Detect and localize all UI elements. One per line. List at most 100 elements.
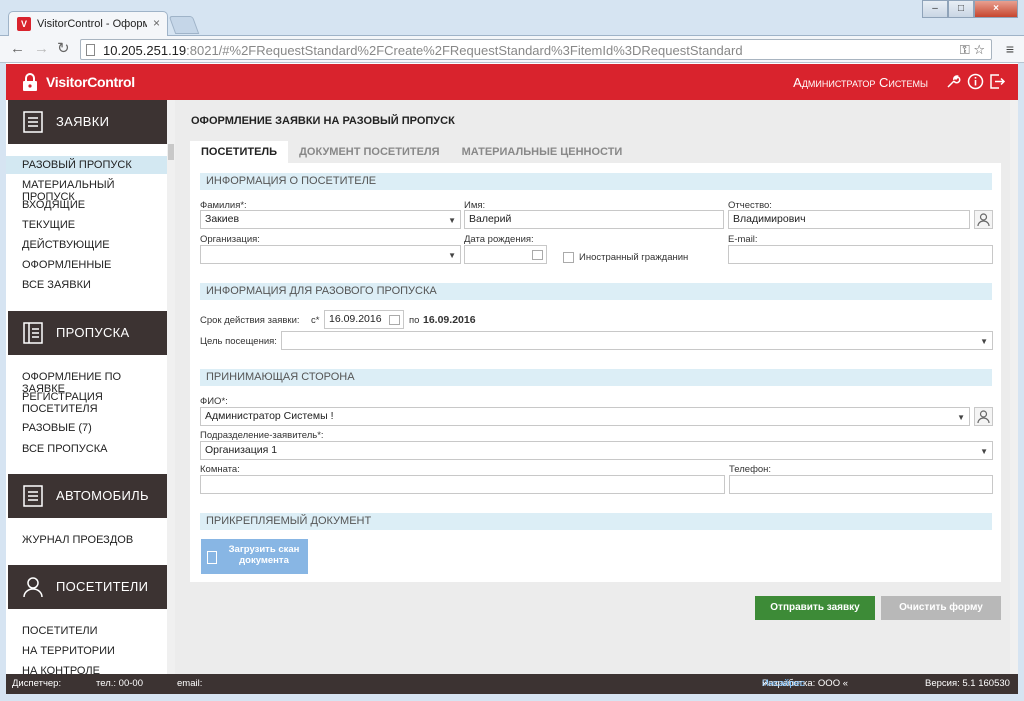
person-icon <box>23 577 43 598</box>
status-footer: Диспетчер: тел.: 00-00 email: Разработка… <box>6 674 1018 694</box>
organization-select[interactable]: ▼ <box>200 245 461 264</box>
footer-email: email: <box>177 678 203 689</box>
person-icon <box>977 410 990 424</box>
footer-phone: тел.: 00-00 <box>96 678 143 689</box>
browser-tab[interactable]: V VisitorControl - Оформле × <box>8 11 168 37</box>
window-close-icon[interactable]: × <box>974 0 1018 18</box>
sidebar-scrollbar-thumb[interactable] <box>168 144 174 160</box>
reload-icon[interactable]: ↻ <box>57 41 70 57</box>
period-from-value: 16.09.2016 <box>329 313 382 325</box>
room-label: Комната: <box>200 464 240 475</box>
foreign-citizen-checkbox[interactable] <box>563 252 574 263</box>
period-to-value: 16.09.2016 <box>423 314 476 326</box>
period-to-label: по <box>409 315 420 326</box>
sidebar-item-current[interactable]: ТЕКУЩИЕ <box>6 219 167 231</box>
back-icon[interactable]: ← <box>10 41 25 57</box>
sidebar: ЗАЯВКИ РАЗОВЫЙ ПРОПУСК МАТЕРИАЛЬНЫЙ ПРОП… <box>6 100 175 674</box>
section-pass-info: ИНФОРМАЦИЯ ДЛЯ РАЗОВОГО ПРОПУСКА <box>200 283 992 300</box>
chevron-down-icon: ▼ <box>980 447 988 456</box>
tab-close-icon[interactable]: × <box>153 16 160 30</box>
birthdate-label: Дата рождения: <box>464 234 534 245</box>
sidebar-item-on-territory[interactable]: НА ТЕРРИТОРИИ <box>6 645 167 657</box>
section-host: ПРИНИМАЮЩАЯ СТОРОНА <box>200 369 992 386</box>
sidebar-item-single-passes[interactable]: РАЗОВЫЕ (7) <box>6 422 167 434</box>
pick-visitor-button[interactable] <box>974 210 993 229</box>
tab-visitor[interactable]: ПОСЕТИТЕЛЬ <box>190 141 289 163</box>
logout-icon[interactable] <box>989 73 1006 90</box>
department-value: Организация 1 <box>205 444 278 456</box>
chevron-down-icon: ▼ <box>448 216 456 225</box>
phone-field[interactable] <box>729 475 993 494</box>
sidebar-section-passes[interactable]: ПРОПУСКА <box>8 311 175 355</box>
clear-form-button[interactable]: Очистить форму <box>881 596 1001 620</box>
phone-label: Телефон: <box>729 464 772 475</box>
settings-wrench-icon[interactable] <box>945 73 962 90</box>
section-attachment: ПРИКРЕПЛЯЕМЫЙ ДОКУМЕНТ <box>200 513 992 530</box>
patronymic-field[interactable]: Владимирович <box>728 210 970 229</box>
upload-scan-button[interactable]: Загрузить скан документа <box>201 539 308 574</box>
bookmark-star-icon[interactable]: ⚿ ☆ <box>960 42 985 58</box>
main-content: ОФОРМЛЕНИЕ ЗАЯВКИ НА РАЗОВЫЙ ПРОПУСК ПОС… <box>175 100 1018 674</box>
tab-valuables[interactable]: МАТЕРИАЛЬНЫЕ ЦЕННОСТИ <box>451 141 634 163</box>
sidebar-item-register-visitor[interactable]: РЕГИСТРАЦИЯ ПОСЕТИТЕЛЯ <box>6 391 136 415</box>
department-select[interactable]: Организация 1 ▼ <box>200 441 993 460</box>
window-frame-right <box>1018 63 1024 694</box>
firstname-field[interactable]: Валерий <box>464 210 724 229</box>
chevron-down-icon: ▼ <box>448 251 456 260</box>
browser-tab-title: VisitorControl - Оформле <box>37 18 147 30</box>
firstname-value: Валерий <box>469 213 512 225</box>
pick-host-button[interactable] <box>974 407 993 426</box>
footer-dispatcher: Диспетчер: <box>12 678 62 689</box>
info-icon[interactable] <box>967 73 984 90</box>
tab-visitor-document[interactable]: ДОКУМЕНТ ПОСЕТИТЕЛЯ <box>288 141 451 163</box>
browser-toolbar: ← → ↻ 10.205.251.19:8021/#%2FRequestStan… <box>0 36 1024 63</box>
sidebar-scrollbar[interactable] <box>167 100 175 674</box>
sidebar-section-vehicle[interactable]: АВТОМОБИЛЬ <box>8 474 175 518</box>
sidebar-item-processed[interactable]: ОФОРМЛЕННЫЕ <box>6 259 167 271</box>
foreign-citizen-label: Иностранный гражданин <box>579 252 689 263</box>
developer-link[interactable]: Инсайрес <box>762 674 805 694</box>
maximize-icon[interactable]: □ <box>948 0 974 18</box>
current-user-name[interactable]: Администратор Системы <box>793 75 928 90</box>
main-scrollbar[interactable] <box>1010 100 1018 674</box>
department-label: Подразделение-заявитель*: <box>200 430 324 441</box>
purpose-select[interactable]: ▼ <box>281 331 993 350</box>
sidebar-section-visitors[interactable]: ПОСЕТИТЕЛИ <box>8 565 175 609</box>
host-fio-label: ФИО*: <box>200 396 228 407</box>
logo-lock-icon <box>23 73 37 91</box>
chevron-down-icon: ▼ <box>980 337 988 346</box>
sidebar-item-visitors[interactable]: ПОСЕТИТЕЛИ <box>6 625 167 637</box>
lastname-select[interactable]: Закиев ▼ <box>200 210 461 229</box>
chevron-down-icon: ▼ <box>957 413 965 422</box>
email-field[interactable] <box>728 245 993 264</box>
sidebar-section-requests[interactable]: ЗАЯВКИ <box>8 100 175 144</box>
sidebar-section-title: ЗАЯВКИ <box>56 114 110 129</box>
logo-text[interactable]: VisitorControl <box>46 74 135 90</box>
browser-menu-icon[interactable]: ≡ <box>1006 41 1014 57</box>
host-fio-value: Администратор Системы ! <box>205 410 334 422</box>
new-tab-button[interactable] <box>168 16 200 34</box>
upload-icon <box>207 551 217 564</box>
birthdate-field[interactable] <box>464 245 547 264</box>
address-bar[interactable]: 10.205.251.19:8021/#%2FRequestStandard%2… <box>80 39 992 60</box>
sidebar-item-all-requests[interactable]: ВСЕ ЗАЯВКИ <box>6 279 167 291</box>
list-icon <box>23 111 43 133</box>
period-from-field[interactable]: 16.09.2016 <box>324 310 404 329</box>
room-field[interactable] <box>200 475 725 494</box>
forward-icon[interactable]: → <box>34 41 49 57</box>
sidebar-item-on-control[interactable]: НА КОНТРОЛЕ <box>6 665 167 674</box>
sidebar-item-incoming[interactable]: ВХОДЯЩИЕ <box>6 199 167 211</box>
calendar-icon[interactable] <box>389 315 400 325</box>
purpose-label: Цель посещения: <box>200 336 277 347</box>
page-icon <box>86 44 95 56</box>
sidebar-item-active[interactable]: ДЕЙСТВУЮЩИЕ <box>6 239 167 251</box>
submit-request-button[interactable]: Отправить заявку <box>755 596 875 620</box>
person-icon <box>977 213 990 227</box>
host-fio-select[interactable]: Администратор Системы ! ▼ <box>200 407 970 426</box>
sidebar-item-all-passes[interactable]: ВСЕ ПРОПУСКА <box>6 443 167 455</box>
upload-scan-label: Загрузить скан документа <box>228 544 300 566</box>
sidebar-item-drive-log[interactable]: ЖУРНАЛ ПРОЕЗДОВ <box>6 534 167 546</box>
calendar-icon[interactable] <box>532 250 543 260</box>
sidebar-item-single-pass[interactable]: РАЗОВЫЙ ПРОПУСК <box>6 156 167 174</box>
minimize-icon[interactable]: – <box>922 0 948 18</box>
